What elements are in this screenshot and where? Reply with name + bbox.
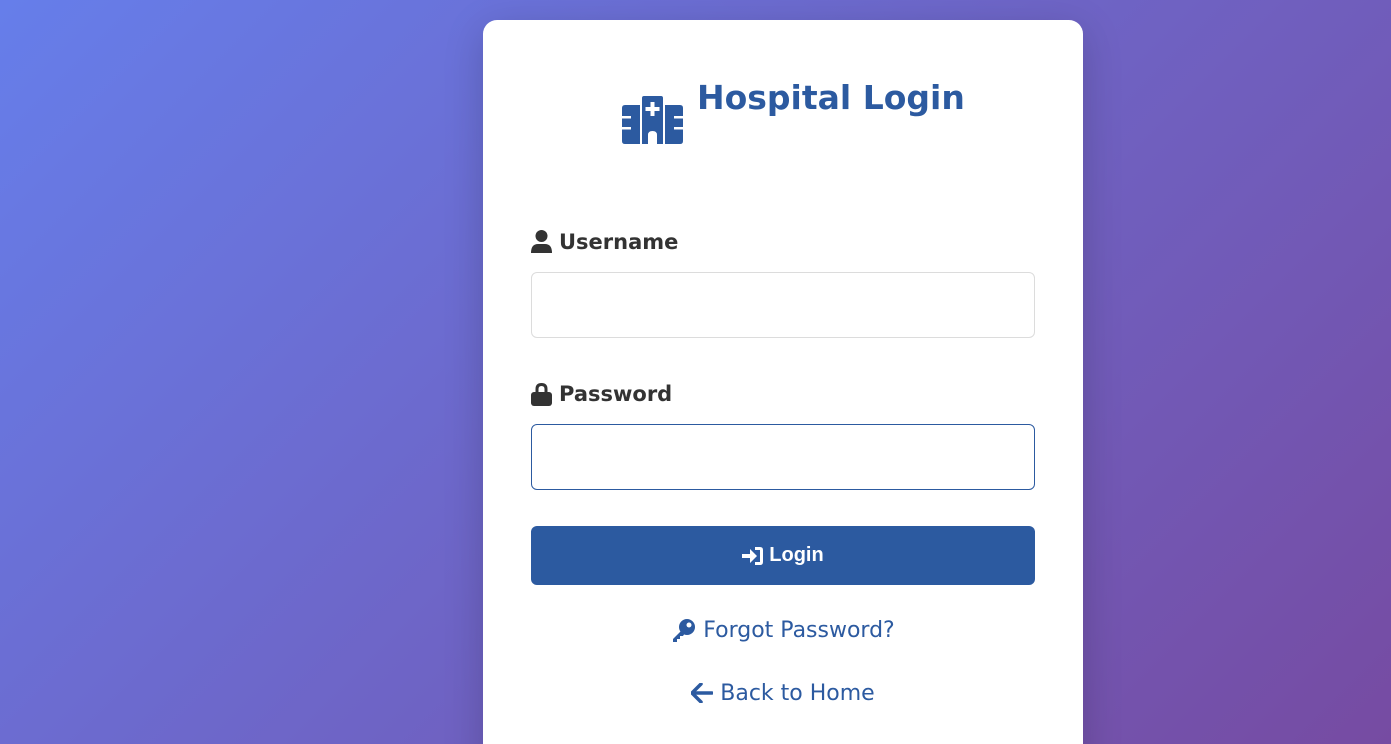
page-title: Hospital Login: [697, 78, 965, 117]
lock-icon: [531, 383, 552, 406]
username-label-text: Username: [559, 230, 679, 254]
key-icon: [673, 618, 696, 642]
forgot-password-link[interactable]: Forgot Password?: [483, 614, 1083, 646]
forgot-password-text: Forgot Password?: [703, 617, 895, 643]
arrow-left-icon: [691, 683, 714, 703]
login-card: Hospital Login Username Password Login F…: [483, 20, 1083, 744]
username-label: Username: [531, 228, 678, 256]
back-to-home-text: Back to Home: [720, 680, 875, 706]
password-label-text: Password: [559, 382, 673, 406]
sign-in-icon: [742, 546, 764, 565]
password-input[interactable]: [531, 424, 1035, 490]
hospital-icon: [622, 96, 683, 144]
login-button-label: Login: [769, 544, 824, 566]
login-button[interactable]: Login: [531, 526, 1035, 585]
login-header: Hospital Login: [483, 76, 1083, 156]
password-label: Password: [531, 380, 672, 408]
back-to-home-link[interactable]: Back to Home: [483, 677, 1083, 709]
user-icon: [531, 230, 552, 253]
username-input[interactable]: [531, 272, 1035, 338]
